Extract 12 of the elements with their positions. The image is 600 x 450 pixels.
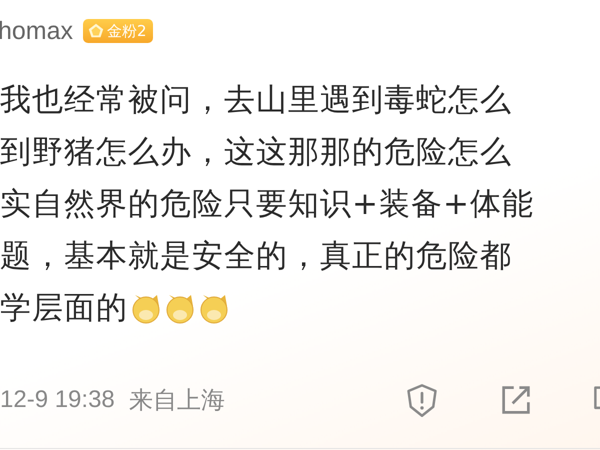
emoji-icon xyxy=(164,292,196,324)
comment-text: 学层面的 xyxy=(0,289,128,328)
emoji-icon xyxy=(198,292,230,324)
comment-text: 实自然界的危险只要知识+装备+体能 xyxy=(0,185,534,224)
comment-text: 我也经常被问，去山里遇到毒蛇怎么 xyxy=(0,81,512,120)
post-location: 来自上海 xyxy=(128,385,225,416)
post-time: 12-9 19:38 xyxy=(0,386,115,414)
comment-text: 到野猪怎么办，这这那那的危险怎么 xyxy=(0,133,512,172)
emoji-icon xyxy=(130,292,162,324)
comment-text: 题，基本就是安全的，真正的危险都 xyxy=(0,237,512,276)
fan-badge: 金粉2 xyxy=(83,19,153,43)
user-name[interactable]: homax xyxy=(0,16,74,46)
